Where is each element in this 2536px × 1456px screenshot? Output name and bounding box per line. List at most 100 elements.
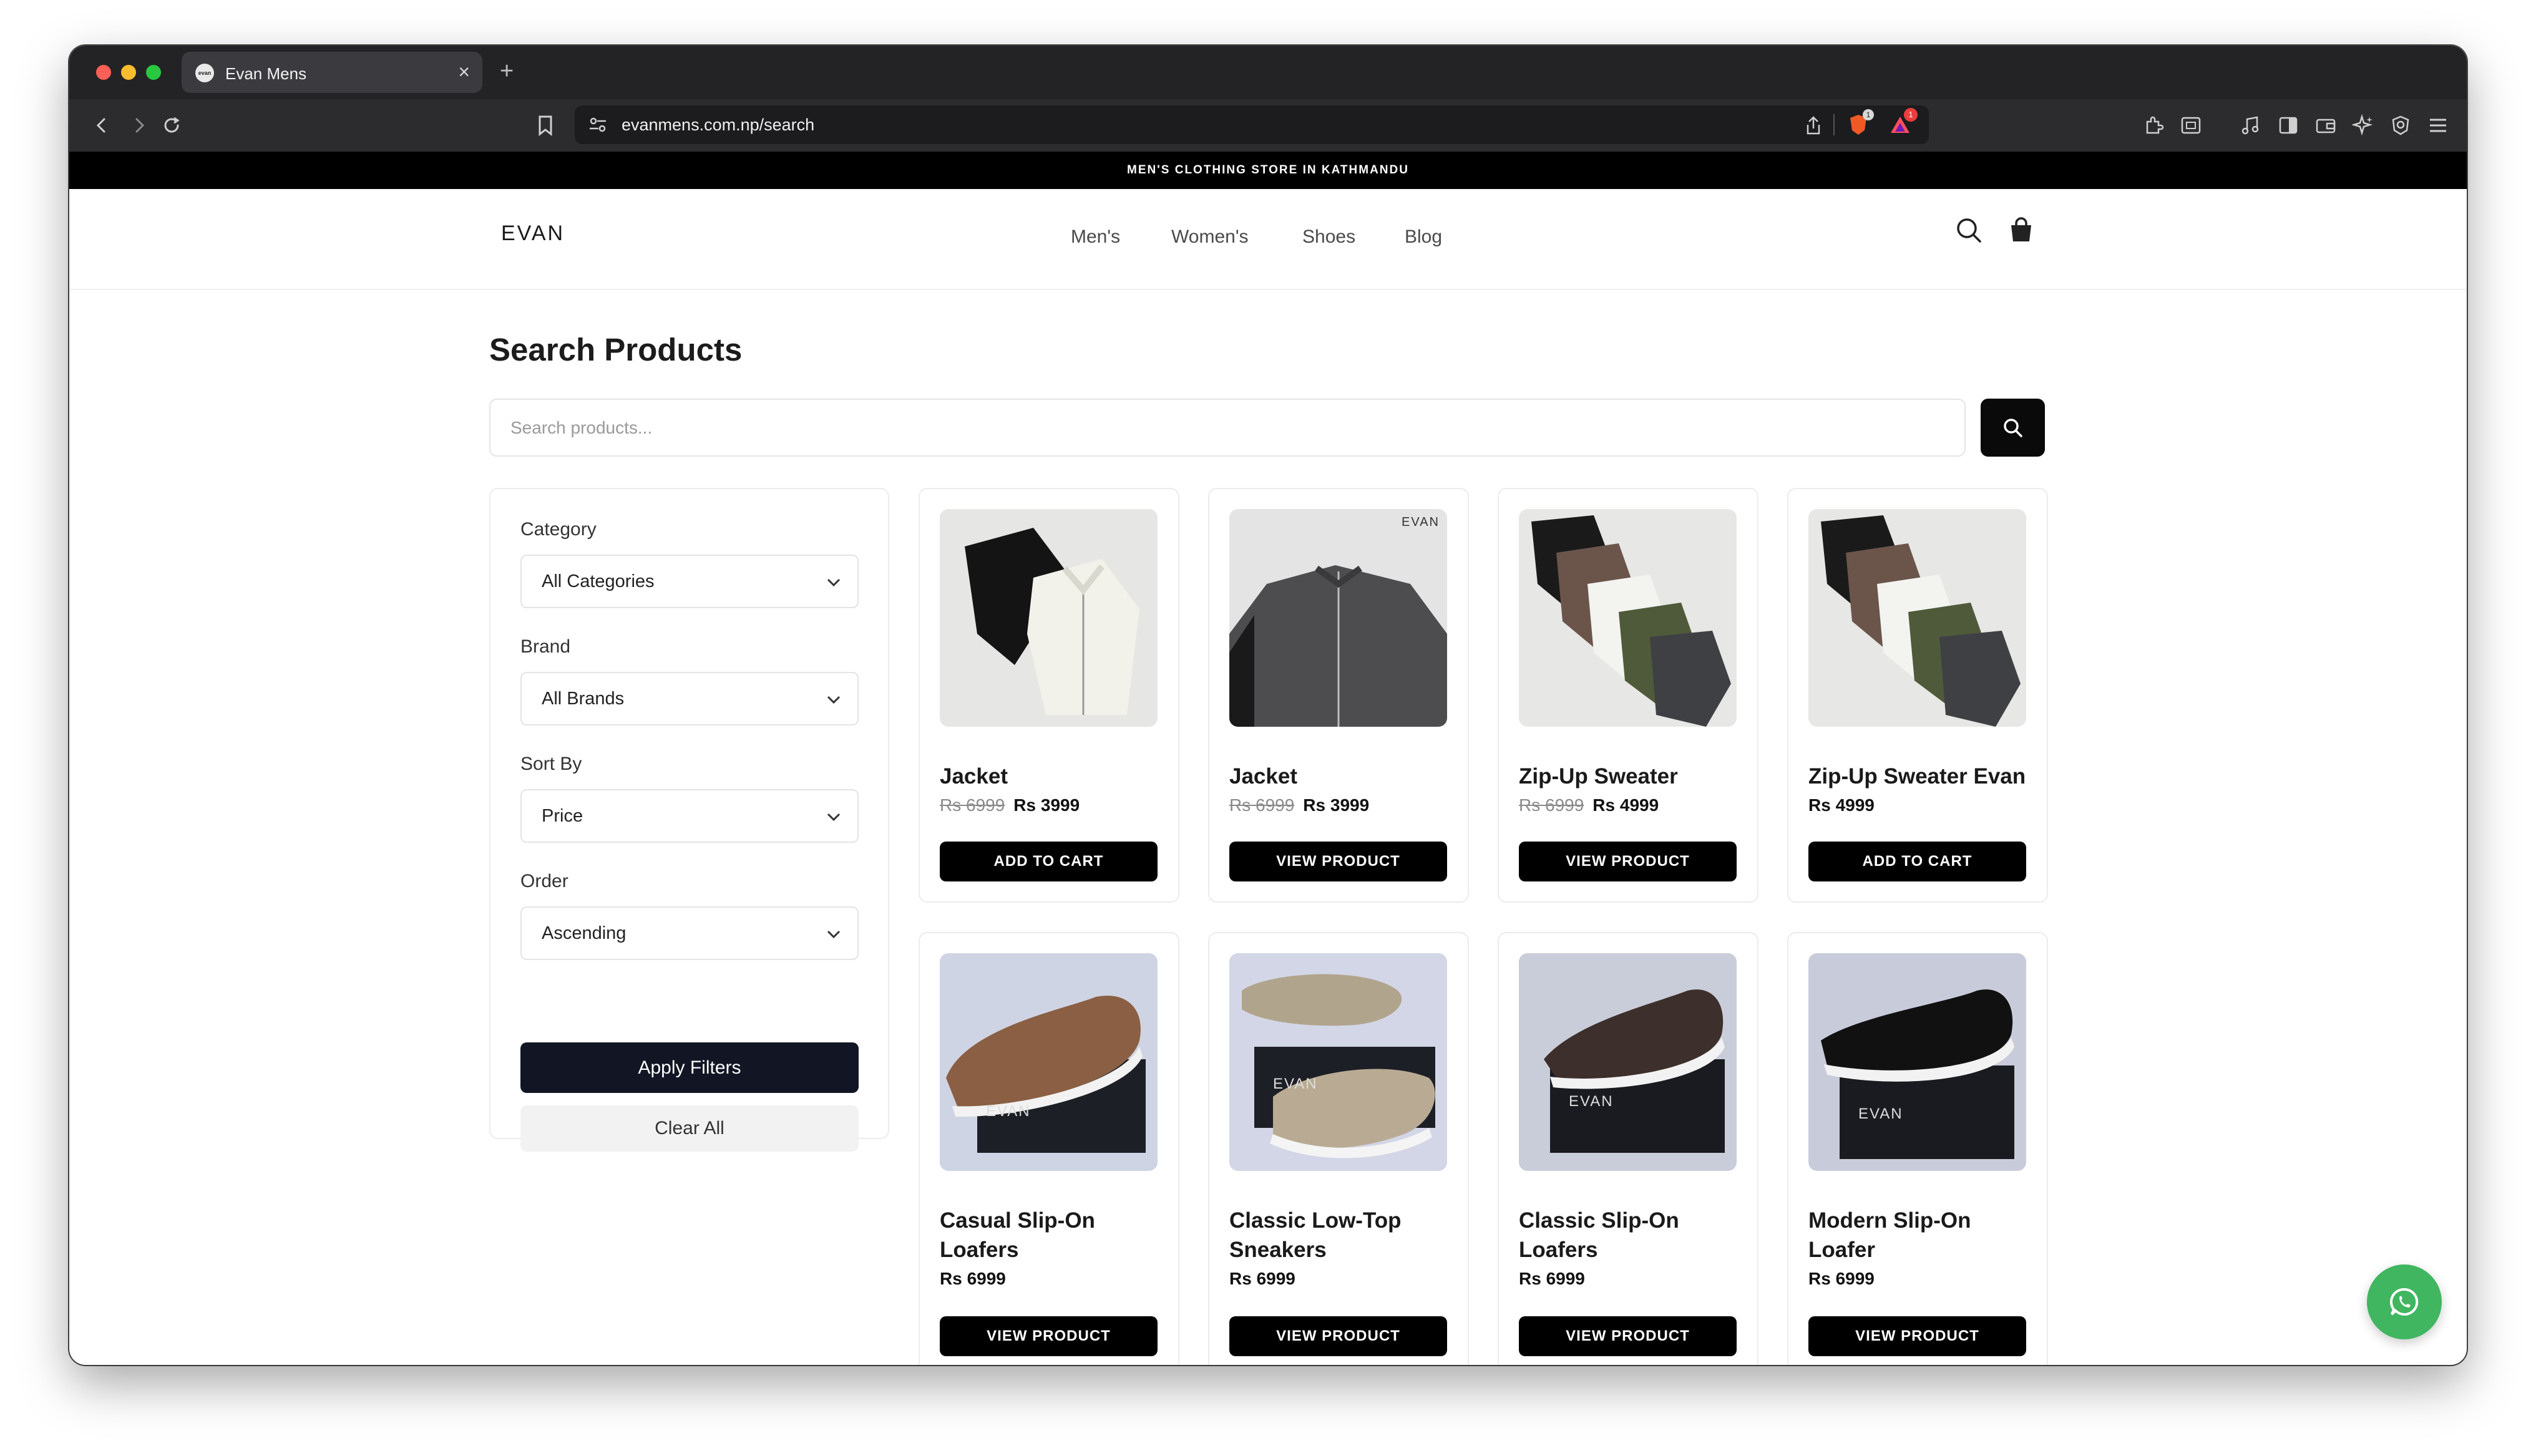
jacket-image xyxy=(1229,565,1447,727)
back-icon[interactable] xyxy=(92,115,112,135)
apply-filters-button[interactable]: Apply Filters xyxy=(520,1042,859,1093)
view-product-button[interactable]: VIEW PRODUCT xyxy=(1519,842,1737,881)
new-tab-icon[interactable]: + xyxy=(500,56,514,87)
view-product-button[interactable]: VIEW PRODUCT xyxy=(1808,1316,2026,1356)
bookmark-icon[interactable] xyxy=(536,114,555,137)
product-price: Rs 6999 Rs 3999 xyxy=(1229,795,1369,815)
site-header: EVAN Men's Women's Shoes Blog xyxy=(69,189,2467,290)
product-name[interactable]: Zip-Up Sweater Evan xyxy=(1808,762,2033,791)
menu-icon[interactable] xyxy=(2427,114,2449,137)
media-icon[interactable] xyxy=(2240,114,2262,137)
vpn-icon[interactable] xyxy=(2389,114,2412,137)
sale-price: Rs 4999 xyxy=(1592,795,1659,815)
product-card[interactable]: EVAN Classic Low-Top Sneakers Rs 6999 VI… xyxy=(1208,932,1469,1365)
view-product-button[interactable]: VIEW PRODUCT xyxy=(1519,1316,1737,1356)
product-name[interactable]: Jacket xyxy=(1229,762,1454,791)
product-card[interactable]: Zip-Up Sweater Rs 6999 Rs 4999 VIEW PRODU… xyxy=(1498,488,1758,903)
extensions-icon[interactable] xyxy=(2142,114,2165,137)
view-product-button[interactable]: VIEW PRODUCT xyxy=(1229,842,1447,881)
product-name[interactable]: Jacket xyxy=(940,762,1164,791)
product-price: Rs 6999 xyxy=(940,1269,1006,1289)
category-value: All Categories xyxy=(542,571,655,591)
product-image[interactable]: EVAN xyxy=(940,953,1158,1171)
product-image[interactable]: EVAN xyxy=(1229,509,1447,727)
old-price: Rs 6999 xyxy=(940,795,1005,815)
category-label: Category xyxy=(520,519,597,540)
chevron-down-icon xyxy=(827,813,841,822)
filter-panel: Category All Categories Brand All Brands… xyxy=(489,488,889,1152)
product-image[interactable] xyxy=(1808,509,2026,727)
sale-price: Rs 6999 xyxy=(1808,1269,1875,1288)
sale-price: Rs 6999 xyxy=(1229,1269,1295,1288)
sale-price: Rs 4999 xyxy=(1808,795,1875,815)
product-name[interactable]: Casual Slip-On Loafers xyxy=(940,1206,1164,1264)
product-name[interactable]: Modern Slip-On Loafer xyxy=(1808,1206,2033,1264)
tab-close-icon[interactable]: × xyxy=(458,61,470,83)
product-card[interactable]: Jacket Rs 6999 Rs 3999 ADD TO CART xyxy=(919,488,1179,903)
clear-all-button[interactable]: Clear All xyxy=(520,1105,859,1152)
category-select[interactable]: All Categories xyxy=(520,555,859,608)
leo-ai-icon[interactable] xyxy=(2352,114,2374,137)
view-product-button[interactable]: VIEW PRODUCT xyxy=(1229,1316,1447,1356)
add-to-cart-button[interactable]: ADD TO CART xyxy=(1808,842,2026,881)
sale-price: Rs 6999 xyxy=(940,1269,1006,1288)
forward-icon[interactable] xyxy=(129,115,149,135)
nav-womens[interactable]: Women's xyxy=(1171,226,1249,248)
wallet-icon[interactable] xyxy=(2314,114,2337,137)
close-window-button[interactable] xyxy=(96,65,111,80)
search-input[interactable] xyxy=(489,399,1966,457)
chevron-down-icon xyxy=(827,930,841,939)
product-image[interactable] xyxy=(940,509,1158,727)
address-bar[interactable]: evanmens.com.np/search 1 1 xyxy=(575,105,1929,144)
product-card[interactable]: Zip-Up Sweater Evan Rs 4999 ADD TO CART xyxy=(1787,488,2048,903)
site-logo[interactable]: EVAN xyxy=(501,221,565,246)
order-select[interactable]: Ascending xyxy=(520,906,859,960)
sale-price: Rs 3999 xyxy=(1013,795,1080,815)
site-settings-icon[interactable] xyxy=(588,116,607,133)
loafer-image xyxy=(1544,989,1725,1153)
product-image[interactable] xyxy=(1519,509,1737,727)
product-image[interactable]: EVAN xyxy=(1808,953,2026,1171)
sneaker-image xyxy=(1242,974,1435,1158)
search-icon[interactable] xyxy=(1954,215,1984,245)
whatsapp-chat-button[interactable] xyxy=(2367,1264,2442,1339)
product-card[interactable]: EVAN Casual Slip-On Loafers Rs 6999 VIEW… xyxy=(919,932,1179,1365)
product-card[interactable]: EVAN Jacket Rs 6999 Rs 3999 VIEW PRODUCT xyxy=(1208,488,1469,903)
brand-select[interactable]: All Brands xyxy=(520,672,859,726)
add-to-cart-button[interactable]: ADD TO CART xyxy=(940,842,1158,881)
product-image[interactable]: EVAN xyxy=(1229,953,1447,1171)
search-button[interactable] xyxy=(1981,399,2045,457)
nav-blog[interactable]: Blog xyxy=(1405,226,1442,248)
browser-tab[interactable]: evan Evan Mens × xyxy=(182,52,482,93)
view-product-button[interactable]: VIEW PRODUCT xyxy=(940,1316,1158,1356)
sweater-stack-image xyxy=(1531,515,1731,727)
sidebar-icon[interactable] xyxy=(2277,114,2299,137)
announcement-bar: MEN'S CLOTHING STORE IN KATHMANDU xyxy=(69,152,2467,189)
product-card[interactable]: EVAN Classic Slip-On Loafers Rs 6999 VIE… xyxy=(1498,932,1758,1365)
nav-shoes[interactable]: Shoes xyxy=(1302,226,1355,248)
nav-mens[interactable]: Men's xyxy=(1071,226,1120,248)
product-name[interactable]: Classic Low-Top Sneakers xyxy=(1229,1206,1454,1264)
whatsapp-icon xyxy=(2390,1288,2419,1316)
sale-price: Rs 3999 xyxy=(1303,795,1370,815)
jacket-image xyxy=(965,528,1139,715)
share-icon[interactable] xyxy=(1804,115,1823,136)
sort-select[interactable]: Price xyxy=(520,789,859,843)
minimize-window-button[interactable] xyxy=(121,65,136,80)
product-price: Rs 6999 Rs 4999 xyxy=(1519,795,1659,815)
box-logo: EVAN xyxy=(986,1103,1031,1120)
shield-badge: 1 xyxy=(1863,109,1874,120)
product-name[interactable]: Classic Slip-On Loafers xyxy=(1519,1206,1744,1264)
brand-label: Brand xyxy=(520,636,571,657)
screenshot-icon[interactable] xyxy=(2180,114,2202,137)
product-name[interactable]: Zip-Up Sweater xyxy=(1519,762,1744,791)
maximize-window-button[interactable] xyxy=(146,65,161,80)
shopping-bag-icon[interactable] xyxy=(2006,215,2036,245)
watermark-logo: EVAN xyxy=(1402,515,1440,529)
old-price: Rs 6999 xyxy=(1229,795,1295,815)
reload-icon[interactable] xyxy=(160,114,183,137)
url-text: evanmens.com.np/search xyxy=(622,115,815,134)
chevron-down-icon xyxy=(827,578,841,587)
product-card[interactable]: EVAN Modern Slip-On Loafer Rs 6999 VIEW … xyxy=(1787,932,2048,1365)
product-image[interactable]: EVAN xyxy=(1519,953,1737,1171)
